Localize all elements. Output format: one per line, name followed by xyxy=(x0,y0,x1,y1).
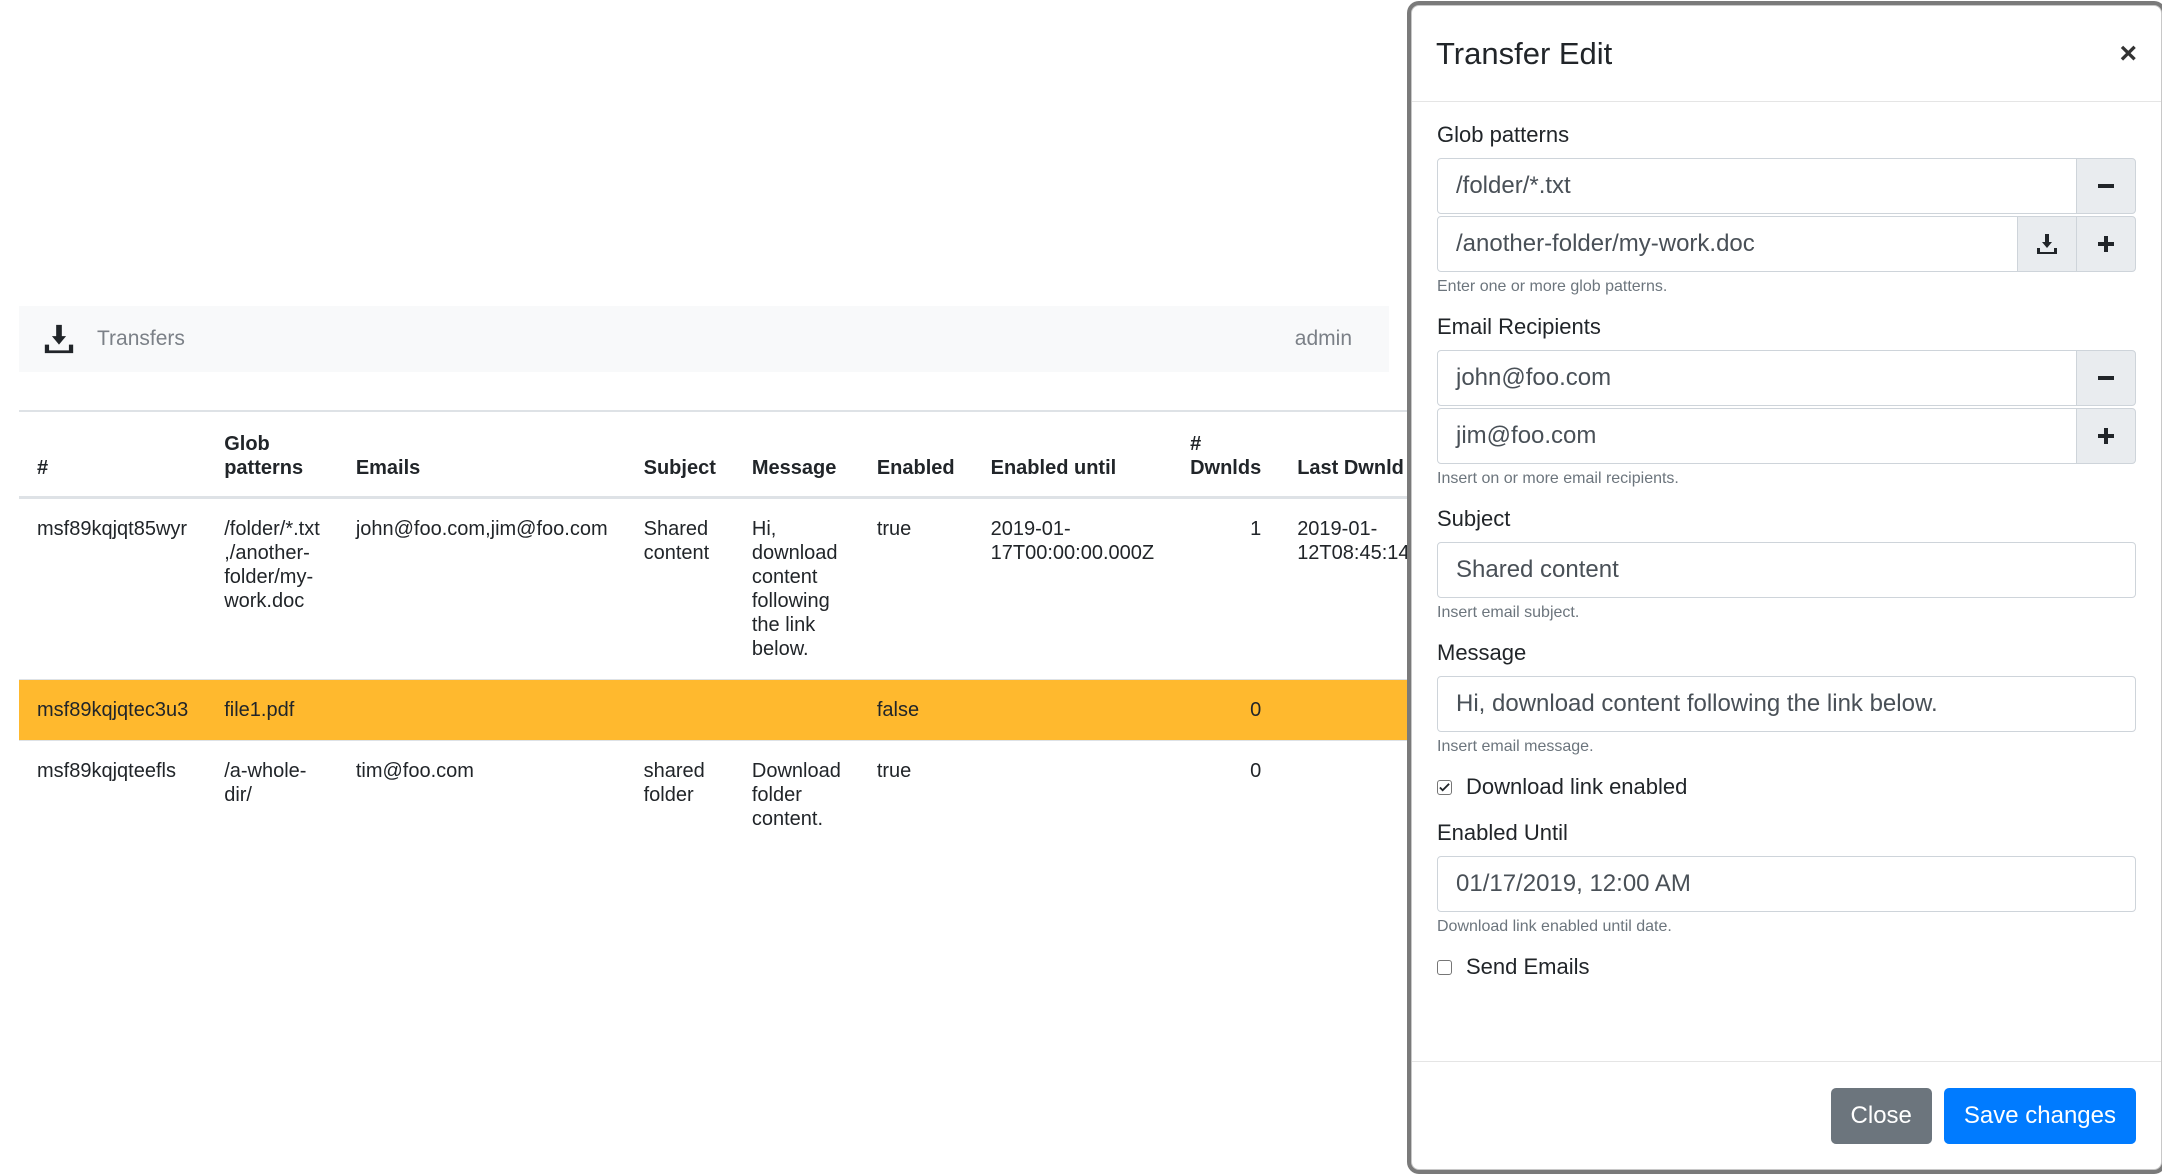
cell-subject: shared folder xyxy=(625,740,734,849)
download-icon xyxy=(2037,234,2057,254)
message-row: Hi, download content following the link … xyxy=(1437,676,2136,732)
transfers-table: # Glob patterns Emails Subject Message E… xyxy=(19,410,1604,849)
col-header-emails: Emails xyxy=(337,410,626,499)
check-icon xyxy=(1439,782,1450,792)
send-emails-row: Send Emails xyxy=(1437,954,2136,980)
glob-pattern-row: /another-folder/my-work.doc xyxy=(1437,216,2136,272)
modal-footer: Close Save changes xyxy=(1412,1061,2161,1169)
email-recipients-group: Email Recipients john@foo.com jim@foo.co… xyxy=(1437,314,2136,488)
plus-icon xyxy=(2098,236,2114,252)
nav-title[interactable]: Transfers xyxy=(97,327,185,351)
download-pattern-button[interactable] xyxy=(2017,216,2077,272)
cell-enabled: true xyxy=(858,497,973,680)
message-group: Message Hi, download content following t… xyxy=(1437,640,2136,756)
cell-enabled: false xyxy=(858,679,973,741)
message-help-text: Insert email message. xyxy=(1437,738,1594,755)
enabled-until-group: Enabled Until 01/17/2019, 12:00 AM Downl… xyxy=(1437,820,2136,936)
table-row: msf89kqjqtec3u3 file1.pdf false 0 xyxy=(19,679,1604,741)
navbar: Transfers admin xyxy=(19,306,1389,372)
subject-group: Subject Shared content Insert email subj… xyxy=(1437,506,2136,622)
remove-glob-button[interactable] xyxy=(2076,158,2136,214)
email-help-text: Insert on or more email recipients. xyxy=(1437,470,1679,487)
col-header-subject: Subject xyxy=(625,410,734,499)
remove-email-button[interactable] xyxy=(2076,350,2136,406)
subject-label: Subject xyxy=(1437,506,1511,531)
transfer-edit-modal: Transfer Edit × Glob patterns /folder/*.… xyxy=(1411,5,2162,1170)
col-header-id: # xyxy=(19,410,207,499)
cell-downloads: 1 xyxy=(1172,497,1280,680)
download-enabled-checkbox[interactable] xyxy=(1437,779,1452,795)
subject-input[interactable]: Shared content xyxy=(1437,542,2136,598)
table-row: msf89kqjqteefls /a-whole-dir/ tim@foo.co… xyxy=(19,740,1604,849)
email-input[interactable]: jim@foo.com xyxy=(1437,408,2077,464)
add-email-button[interactable] xyxy=(2076,408,2136,464)
save-changes-button[interactable]: Save changes xyxy=(1943,1087,2136,1144)
cell-message xyxy=(733,679,859,741)
close-icon[interactable]: × xyxy=(2119,37,2137,71)
message-input[interactable]: Hi, download content following the link … xyxy=(1437,676,2136,732)
download-enabled-row: Download link enabled xyxy=(1437,774,2136,800)
modal-body: Glob patterns /folder/*.txt /another-fol… xyxy=(1412,102,2161,980)
cell-downloads: 0 xyxy=(1172,740,1280,849)
table-row: msf89kqjqt85wyr /folder/*.txt ,/another-… xyxy=(19,497,1604,680)
cell-emails: john@foo.com,jim@foo.com xyxy=(337,497,626,680)
cell-subject: Shared content xyxy=(625,497,734,680)
cell-until xyxy=(972,740,1173,849)
cell-until: 2019-01-17T00:00:00.000Z xyxy=(972,497,1173,680)
subject-row: Shared content xyxy=(1437,542,2136,598)
glob-pattern-row: /folder/*.txt xyxy=(1437,158,2136,214)
close-button[interactable]: Close xyxy=(1830,1087,1932,1144)
col-header-message: Message xyxy=(733,410,859,499)
col-header-downloads: # Dwnlds xyxy=(1172,410,1280,499)
add-glob-button[interactable] xyxy=(2076,216,2136,272)
email-row: john@foo.com xyxy=(1437,350,2136,406)
minus-icon xyxy=(2098,184,2114,188)
cell-emails xyxy=(337,679,626,741)
cell-downloads: 0 xyxy=(1172,679,1280,741)
cell-glob: /folder/*.txt ,/another-folder/my-work.d… xyxy=(206,497,338,680)
modal-title: Transfer Edit xyxy=(1436,35,1613,71)
enabled-until-input[interactable]: 01/17/2019, 12:00 AM xyxy=(1437,856,2136,912)
subject-help-text: Insert email subject. xyxy=(1437,604,1580,621)
message-label: Message xyxy=(1437,640,1527,665)
glob-pattern-input[interactable]: /folder/*.txt xyxy=(1437,158,2077,214)
enabled-until-help-text: Download link enabled until date. xyxy=(1437,918,1672,935)
cell-emails: tim@foo.com xyxy=(337,740,626,849)
cell-glob: file1.pdf xyxy=(206,679,338,741)
email-row: jim@foo.com xyxy=(1437,408,2136,464)
plus-icon xyxy=(2098,428,2114,444)
cell-enabled: true xyxy=(858,740,973,849)
col-header-enabled: Enabled xyxy=(858,410,973,499)
download-enabled-label: Download link enabled xyxy=(1466,774,1688,799)
send-emails-checkbox[interactable] xyxy=(1437,959,1452,975)
download-icon[interactable] xyxy=(41,321,77,357)
cell-id: msf89kqjqteefls xyxy=(19,740,207,849)
transfers-app: Transfers admin # Glob patterns Emails S… xyxy=(0,0,1604,1176)
glob-help-text: Enter one or more glob patterns. xyxy=(1437,278,1668,295)
send-emails-label: Send Emails xyxy=(1466,954,1590,979)
cell-message: Download folder content. xyxy=(733,740,859,849)
email-recipients-label: Email Recipients xyxy=(1437,314,1601,339)
cell-glob: /a-whole-dir/ xyxy=(206,740,338,849)
cell-message: Hi, download content following the link … xyxy=(733,497,859,680)
cell-subject xyxy=(625,679,734,741)
glob-patterns-group: Glob patterns /folder/*.txt /another-fol… xyxy=(1437,122,2136,296)
cell-until xyxy=(972,679,1173,741)
col-header-glob: Glob patterns xyxy=(206,410,338,499)
cell-id: msf89kqjqt85wyr xyxy=(19,497,207,680)
cell-id: msf89kqjqtec3u3 xyxy=(19,679,207,741)
glob-pattern-input[interactable]: /another-folder/my-work.doc xyxy=(1437,216,2018,272)
nav-user[interactable]: admin xyxy=(1295,327,1352,351)
table-header-row: # Glob patterns Emails Subject Message E… xyxy=(19,410,1604,499)
enabled-until-label: Enabled Until xyxy=(1437,820,1568,845)
col-header-until: Enabled until xyxy=(972,410,1173,499)
enabled-until-row: 01/17/2019, 12:00 AM xyxy=(1437,856,2136,912)
email-input[interactable]: john@foo.com xyxy=(1437,350,2077,406)
minus-icon xyxy=(2098,376,2114,380)
modal-header: Transfer Edit × xyxy=(1412,6,2161,102)
glob-patterns-label: Glob patterns xyxy=(1437,122,1570,147)
